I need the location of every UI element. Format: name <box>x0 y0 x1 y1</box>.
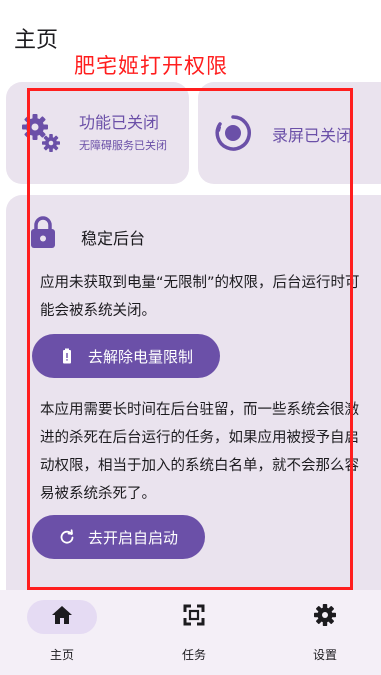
tasks-icon <box>183 604 205 630</box>
nav-label-tasks: 任务 <box>181 648 206 662</box>
enable-autostart-button[interactable]: 去开启自启动 <box>32 515 205 559</box>
lock-icon <box>28 215 58 249</box>
battery-permission-text: 应用未获取到电量“无限制”的权限，后台运行时可能会被系统关闭。 <box>40 275 360 319</box>
record-status-title: 录屏已关闭 <box>272 126 353 145</box>
feature-status-title: 功能已关闭 <box>79 113 160 132</box>
record-status-card[interactable]: 录屏已关闭 <box>198 82 381 184</box>
nav-label-home: 主页 <box>49 648 74 662</box>
nav-item-settings[interactable]: 设置 <box>275 600 375 663</box>
page-title: 主页 <box>14 28 59 53</box>
stable-background-card: 稳定后台 应用未获取到电量“无限制”的权限，后台运行时可能会被系统关闭。 去解除… <box>6 195 381 590</box>
restart-icon <box>58 528 76 546</box>
gear-icon <box>313 603 337 631</box>
battery-icon <box>58 347 76 365</box>
nav-item-tasks[interactable]: 任务 <box>144 600 244 663</box>
gears-icon <box>19 112 63 156</box>
remove-battery-limit-label: 去解除电量限制 <box>88 347 194 366</box>
screen-record-icon <box>214 114 252 152</box>
home-icon <box>51 605 73 629</box>
nav-item-home[interactable]: 主页 <box>12 600 112 663</box>
autostart-permission-text: 本应用需要长时间在后台驻留，而一些系统会很激进的杀死在后台运行的任务，如果应用被… <box>40 402 359 502</box>
stable-background-title: 稳定后台 <box>81 229 146 248</box>
nav-label-settings: 设置 <box>312 648 337 662</box>
feature-status-subtitle: 无障碍服务已关闭 <box>79 139 167 152</box>
remove-battery-limit-button[interactable]: 去解除电量限制 <box>32 334 220 378</box>
annotation-text: 肥宅姬打开权限 <box>74 54 228 78</box>
feature-status-card[interactable]: 功能已关闭 无障碍服务已关闭 <box>6 82 189 184</box>
enable-autostart-label: 去开启自启动 <box>88 528 179 547</box>
bottom-navigation: 主页 任务 设置 <box>0 590 381 675</box>
